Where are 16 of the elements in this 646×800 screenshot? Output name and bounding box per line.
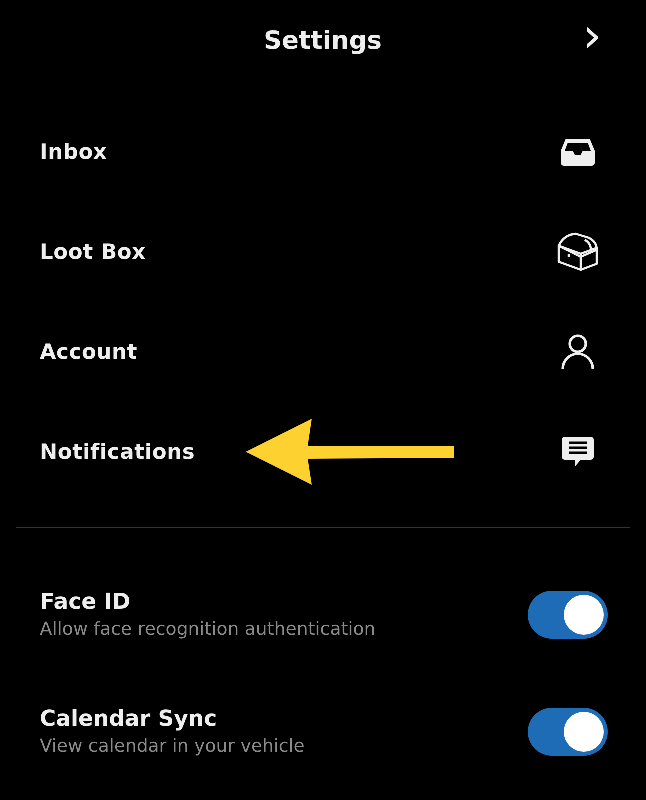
menu-item[interactable]: Loot Box [40, 240, 146, 264]
menu-item[interactable]: Inbox [40, 140, 108, 164]
toggle-switch[interactable] [528, 708, 608, 756]
message-icon [561, 435, 595, 469]
chest-icon [556, 232, 600, 272]
screen-title: Settings [264, 26, 382, 54]
menu-item[interactable]: Notifications [40, 440, 196, 464]
setting-title: Face ID [40, 590, 132, 614]
setting-description: Allow face recognition authentication [40, 618, 376, 640]
person-icon [561, 334, 595, 370]
forward-button[interactable]: › [576, 12, 608, 60]
inbox-icon [560, 137, 596, 167]
setting-description: View calendar in your vehicle [40, 736, 305, 756]
menu-item[interactable]: Account [40, 340, 138, 364]
toggle-switch[interactable] [528, 590, 608, 638]
setting-title: Calendar Sync [40, 706, 218, 732]
